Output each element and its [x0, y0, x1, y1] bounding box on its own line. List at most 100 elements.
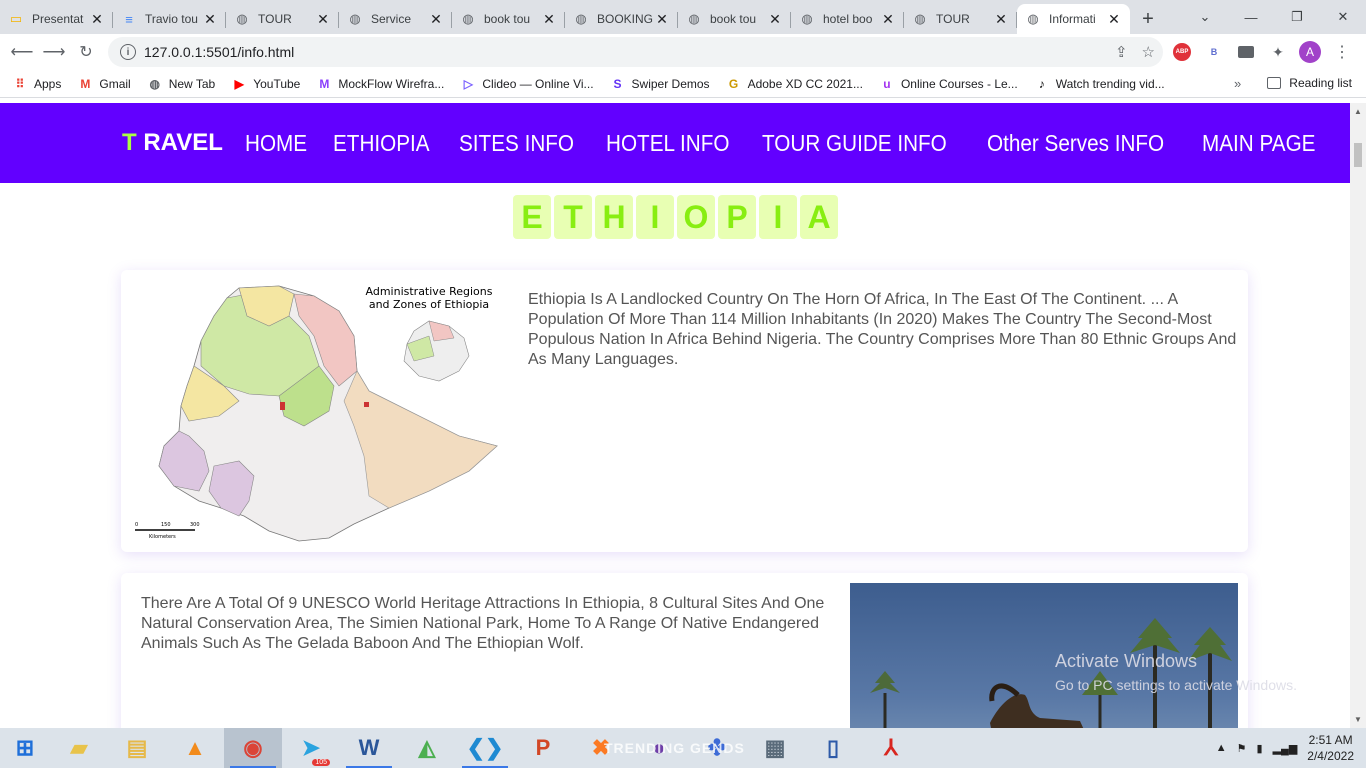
nav-link[interactable]: HOME — [245, 130, 307, 157]
explorer-icon: ▤ — [126, 735, 148, 760]
bookmark-item[interactable]: ♪ Watch trending vid... — [1034, 76, 1165, 92]
nav-link[interactable]: MAIN PAGE — [1202, 130, 1315, 157]
heading-letter: T — [554, 195, 592, 239]
page-scrollbar[interactable]: ▲ ▼ — [1350, 103, 1366, 728]
close-tab-icon[interactable]: ✕ — [880, 11, 896, 28]
browser-tab[interactable]: ◍ hotel boo ✕ — [791, 4, 904, 34]
taskbar-app[interactable]: ▤ — [108, 728, 166, 768]
chrome-icon: ◉ — [243, 735, 263, 760]
browser-tab[interactable]: ≡ Travio tou ✕ — [113, 4, 226, 34]
address-bar[interactable]: i 127.0.0.1:5501/info.html ⇪ ☆ — [108, 37, 1163, 67]
bookmark-item[interactable]: M MockFlow Wirefra... — [316, 76, 444, 92]
heading-letter: I — [759, 195, 797, 239]
udemy-icon: u — [883, 76, 891, 91]
browser-tab[interactable]: ◍ Informati ✕ — [1017, 4, 1130, 34]
taskbar-app[interactable]: ➤ 105 — [282, 728, 340, 768]
taskbar-app[interactable]: W — [340, 728, 398, 768]
restore-button[interactable]: ❐ — [1274, 0, 1320, 34]
close-tab-icon[interactable]: ✕ — [428, 11, 444, 28]
bookmark-item[interactable]: G Adobe XD CC 2021... — [726, 76, 863, 92]
ethiopia-map: Administrative Regions and Zones of Ethi… — [129, 276, 499, 548]
signal-icon[interactable]: ▂▄▆ — [1273, 742, 1298, 755]
browser-tab[interactable]: ◍ TOUR ✕ — [904, 4, 1017, 34]
close-window-button[interactable]: ✕ — [1320, 0, 1366, 34]
taskbar-app[interactable]: ⊞ — [0, 728, 50, 768]
close-tab-icon[interactable]: ✕ — [202, 11, 218, 28]
bookmark-item[interactable]: S Swiper Demos — [610, 76, 710, 92]
map-scale-mid: 150 — [161, 522, 171, 528]
minimize-button[interactable]: — — [1228, 0, 1274, 34]
reload-button[interactable]: ↻ — [70, 36, 102, 68]
tab-search-icon[interactable]: ⌄ — [1182, 0, 1228, 34]
nav-link[interactable]: ETHIOPIA — [333, 130, 430, 157]
taskbar-app[interactable]: ❮❯ — [456, 728, 514, 768]
browser-tab[interactable]: ◍ book tou ✕ — [678, 4, 791, 34]
taskbar-app[interactable]: P — [514, 728, 572, 768]
close-tab-icon[interactable]: ✕ — [993, 11, 1009, 28]
taskbar-app[interactable]: ▯ — [804, 728, 862, 768]
close-tab-icon[interactable]: ✕ — [654, 11, 670, 28]
taskbar-app[interactable]: ◉ — [224, 728, 282, 768]
site-logo[interactable]: T RAVEL — [122, 129, 223, 157]
bookmark-label: Swiper Demos — [631, 76, 710, 91]
taskbar-app[interactable]: ▦ — [746, 728, 804, 768]
browser-tab[interactable]: ◍ TOUR ✕ — [226, 4, 339, 34]
map-scale-start: 0 — [135, 522, 138, 528]
bookmark-item[interactable]: ⠿ Apps — [12, 76, 62, 92]
taskbar-app[interactable]: ⅄ — [862, 728, 920, 768]
forward-button[interactable]: ⟶ — [38, 36, 70, 68]
taskbar-app[interactable]: ▲ — [166, 728, 224, 768]
profile-avatar[interactable]: A — [1298, 40, 1322, 64]
taskbar-app[interactable]: ▰ — [50, 728, 108, 768]
extensions-puzzle-icon[interactable]: ✦ — [1266, 40, 1290, 64]
tab-strip: ▭ Presentat ✕ ≡ Travio tou ✕ ◍ TOUR ✕ ◍ … — [0, 0, 1366, 34]
close-tab-icon[interactable]: ✕ — [541, 11, 557, 28]
logo-initial: T — [122, 129, 137, 156]
scroll-thumb[interactable] — [1354, 143, 1362, 167]
more-bookmarks-button[interactable]: » — [1234, 76, 1241, 91]
bookmark-star-icon[interactable]: ☆ — [1142, 43, 1155, 61]
menu-kebab-icon[interactable]: ⋮ — [1330, 40, 1354, 64]
nav-link[interactable]: HOTEL INFO — [606, 130, 729, 157]
nav-link[interactable]: TOUR GUIDE INFO — [762, 130, 947, 157]
bookmark-item[interactable]: M Gmail — [77, 76, 130, 92]
nav-link[interactable]: Other Serves INFO — [987, 130, 1164, 157]
clock[interactable]: 2:51 AM 2/4/2022 — [1307, 732, 1354, 764]
ethiopia-heading: ETHIOPIA — [513, 195, 838, 239]
new-tab-button[interactable]: + — [1134, 4, 1162, 34]
bookmark-item[interactable]: u Online Courses - Le... — [879, 76, 1017, 92]
bookmark-item[interactable]: ▷ Clideo — Online Vi... — [460, 76, 594, 92]
tab-title: Service — [371, 12, 412, 26]
close-tab-icon[interactable]: ✕ — [89, 11, 105, 28]
window-controls: ⌄ — ❐ ✕ — [1182, 0, 1366, 34]
tab-title: Presentat — [32, 12, 84, 26]
taskbar-app[interactable]: ◭ — [398, 728, 456, 768]
reading-list-button[interactable]: Reading list — [1267, 76, 1352, 90]
scroll-up-arrow[interactable]: ▲ — [1354, 107, 1362, 116]
share-icon[interactable]: ⇪ — [1115, 43, 1128, 61]
site-info-icon[interactable]: i — [120, 44, 136, 60]
tray-chevron-icon[interactable]: ▲ — [1216, 742, 1227, 754]
browser-tab[interactable]: ▭ Presentat ✕ — [0, 4, 113, 34]
bookmark-item[interactable]: ▶ YouTube — [231, 76, 301, 92]
browser-tab[interactable]: ◍ book tou ✕ — [452, 4, 565, 34]
nav-link[interactable]: SITES INFO — [459, 130, 574, 157]
calculator-icon: ▦ — [764, 735, 786, 760]
bookmark-item[interactable]: ◍ New Tab — [147, 76, 215, 92]
globe-icon: ◍ — [236, 11, 248, 26]
bookmark-label: Watch trending vid... — [1055, 76, 1165, 91]
browser-tab[interactable]: ◍ Service ✕ — [339, 4, 452, 34]
back-button[interactable]: ⟵ — [6, 36, 38, 68]
close-tab-icon[interactable]: ✕ — [315, 11, 331, 28]
extension-b-icon[interactable]: B — [1202, 40, 1226, 64]
scroll-down-arrow[interactable]: ▼ — [1354, 715, 1362, 724]
tab-title: TOUR — [258, 12, 292, 26]
media-icon[interactable] — [1234, 40, 1258, 64]
close-tab-icon[interactable]: ✕ — [1106, 11, 1122, 28]
taskbar-apps: ⊞ ▰ ▤ ▲ ◉ ➤ 105 W ◭ ❮❯ P ✖ ● ✤ ▦ ▯ ⅄ — [0, 728, 920, 768]
adblock-icon[interactable]: ABP — [1170, 40, 1194, 64]
flag-icon[interactable]: ⚑ — [1237, 742, 1247, 755]
close-tab-icon[interactable]: ✕ — [767, 11, 783, 28]
browser-tab[interactable]: ◍ BOOKING ✕ — [565, 4, 678, 34]
battery-icon[interactable]: ▮ — [1257, 742, 1263, 755]
